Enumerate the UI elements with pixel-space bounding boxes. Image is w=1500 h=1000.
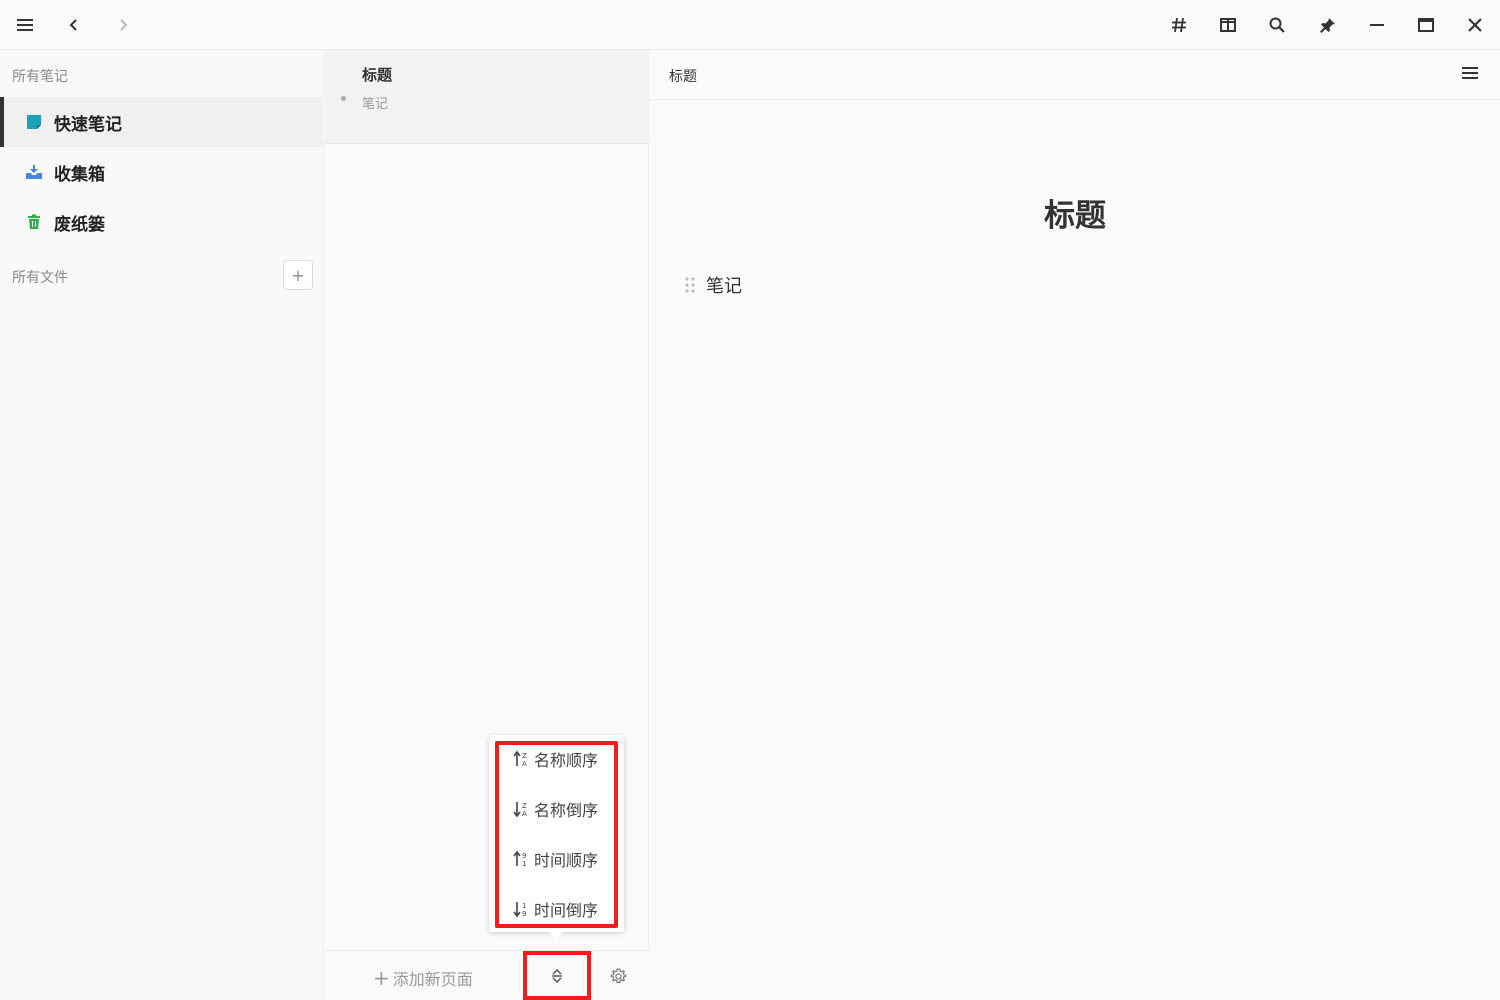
sort-name-desc-icon: ZA (513, 800, 529, 818)
outline-menu-icon[interactable] (1462, 65, 1482, 85)
gear-icon (610, 968, 626, 983)
sort-time-desc-icon: 19 (513, 900, 529, 918)
sidebar-item-label: 废纸篓 (54, 214, 105, 235)
close-icon[interactable] (1450, 0, 1500, 50)
sidebar-item-label: 快速笔记 (54, 114, 122, 135)
sort-option-time-desc[interactable]: 19 时间倒序 (513, 897, 613, 921)
sort-option-label: 名称顺序 (534, 751, 599, 770)
search-icon[interactable] (1252, 0, 1302, 50)
add-page-button[interactable]: + 添加新页面 (373, 966, 473, 990)
editor-header: 标题 (650, 50, 1500, 100)
editor-panel: 标题 标题 笔记 (650, 50, 1500, 1000)
forward-icon[interactable] (98, 0, 148, 50)
split-view-icon[interactable] (1203, 0, 1253, 50)
page-title[interactable]: 标题 (650, 190, 1500, 235)
maximize-icon[interactable] (1401, 0, 1451, 50)
add-page-label: 添加新页面 (392, 970, 473, 989)
sidebar-item-label: 收集箱 (54, 164, 105, 185)
svg-text:9: 9 (522, 852, 526, 860)
drag-handle-icon[interactable] (684, 276, 696, 294)
back-icon[interactable] (49, 0, 99, 50)
breadcrumb[interactable]: 标题 (669, 66, 697, 86)
minimize-icon[interactable] (1352, 0, 1402, 50)
sidebar-item-quick-notes[interactable]: 快速笔记 (0, 97, 324, 147)
hash-icon[interactable] (1154, 0, 1204, 50)
sort-option-label: 时间顺序 (534, 851, 599, 870)
sort-time-asc-icon: 91 (513, 850, 529, 868)
sort-icon (552, 968, 562, 983)
app-window: 所有笔记 快速笔记 收集箱 废纸篓 所有文件 + 标题 笔记 + 添加新页面 Z… (0, 0, 1500, 1000)
sort-option-name-asc[interactable]: ZA 名称顺序 (513, 747, 613, 771)
sort-name-asc-icon: ZA (513, 750, 529, 768)
svg-text:9: 9 (522, 910, 526, 918)
inbox-icon (24, 162, 44, 182)
svg-text:1: 1 (522, 902, 526, 910)
svg-text:Z: Z (522, 802, 527, 810)
svg-text:A: A (522, 810, 527, 818)
list-footer: + 添加新页面 (325, 950, 649, 1000)
sort-option-label: 时间倒序 (534, 901, 599, 920)
svg-text:Z: Z (522, 752, 527, 760)
all-notes-label: 所有笔记 (12, 69, 68, 85)
block-text[interactable]: 笔记 (706, 272, 742, 298)
sort-menu: ZA 名称顺序 ZA 名称倒序 91 时间顺序 19 时间倒序 (489, 735, 624, 939)
sidebar: 所有笔记 快速笔记 收集箱 废纸篓 所有文件 + (0, 50, 324, 1000)
note-snippet: 笔记 (362, 97, 389, 112)
sort-option-name-desc[interactable]: ZA 名称倒序 (513, 797, 613, 821)
bullet-icon (341, 96, 346, 101)
sidebar-item-inbox[interactable]: 收集箱 (0, 147, 324, 197)
plus-icon: + (373, 966, 390, 990)
trash-icon (24, 212, 44, 232)
all-files-label: 所有文件 (12, 270, 68, 286)
sort-option-label: 名称倒序 (534, 801, 599, 820)
add-folder-button[interactable]: + (283, 260, 313, 290)
sort-option-time-asc[interactable]: 91 时间顺序 (513, 847, 613, 871)
note-title: 标题 (362, 66, 393, 84)
svg-text:A: A (522, 760, 527, 768)
menu-icon[interactable] (0, 0, 50, 50)
svg-text:1: 1 (522, 860, 526, 868)
settings-button[interactable] (609, 967, 627, 985)
content-block[interactable]: 笔记 (684, 272, 742, 298)
list-item[interactable]: 标题 笔记 (325, 50, 649, 144)
quick-note-icon (24, 112, 44, 132)
sidebar-item-trash[interactable]: 废纸篓 (0, 197, 324, 247)
pin-icon[interactable] (1303, 0, 1353, 50)
titlebar (0, 0, 1500, 50)
sort-button[interactable] (523, 951, 591, 1000)
